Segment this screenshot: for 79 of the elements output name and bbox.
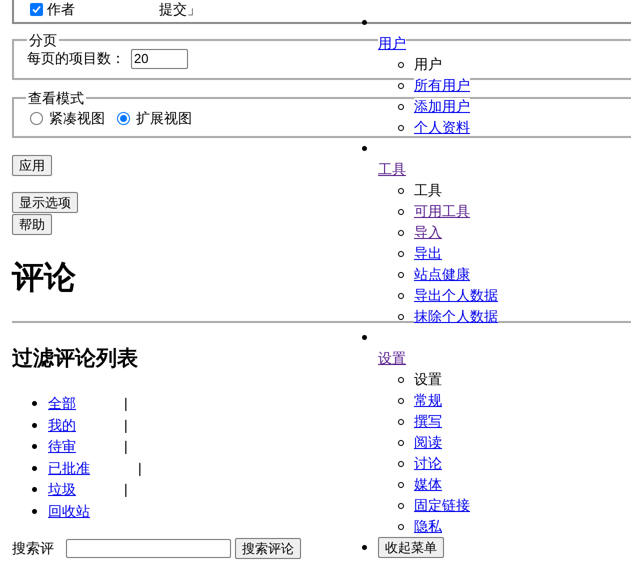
section-heading: 过滤评论列表 bbox=[12, 347, 138, 371]
separator: | bbox=[124, 416, 128, 435]
submenu-link[interactable]: 固定链接 bbox=[414, 497, 470, 513]
radio-label: 扩展视图 bbox=[136, 109, 192, 128]
search-field[interactable] bbox=[66, 539, 231, 558]
bullet-icon bbox=[398, 482, 404, 488]
bullet-icon bbox=[398, 293, 404, 299]
search-label: 搜索评 bbox=[12, 539, 54, 558]
filter-link[interactable]: 已批准 bbox=[48, 458, 90, 479]
submenu-link[interactable]: 导出个人数据 bbox=[414, 287, 498, 303]
bullet-icon bbox=[398, 104, 404, 110]
bullet-icon bbox=[32, 508, 37, 514]
bullet-icon bbox=[398, 125, 404, 131]
bullet-icon bbox=[362, 146, 367, 151]
bullet-icon bbox=[398, 83, 404, 89]
bullet-icon bbox=[398, 524, 404, 530]
bullet-icon bbox=[398, 188, 404, 194]
bullet-icon bbox=[398, 419, 404, 425]
radio-button[interactable] bbox=[117, 112, 130, 125]
bullet-icon bbox=[398, 398, 404, 404]
submenu-link[interactable]: 隐私 bbox=[414, 518, 442, 534]
bullet-icon bbox=[362, 335, 367, 340]
bullet-icon bbox=[362, 545, 367, 550]
bullet-icon bbox=[398, 461, 404, 467]
collapse-menu-button[interactable]: 收起菜单 bbox=[378, 537, 444, 558]
bullet-icon bbox=[32, 487, 37, 492]
separator: | bbox=[124, 437, 128, 456]
checkbox-label: 作者 bbox=[47, 0, 75, 18]
fieldset-legend: 查看模式 bbox=[26, 90, 86, 106]
filter-link[interactable]: 垃圾 bbox=[48, 479, 76, 500]
filter-link[interactable]: 全部 bbox=[48, 393, 76, 414]
bullet-icon bbox=[398, 503, 404, 509]
menu-link[interactable]: 用户 bbox=[378, 35, 406, 51]
field-label: 每页的项目数： bbox=[27, 49, 125, 68]
submenu-link[interactable]: 添加用户 bbox=[414, 98, 470, 114]
page-heading: 评论 bbox=[12, 259, 76, 295]
bullet-icon bbox=[398, 251, 404, 257]
checkbox[interactable] bbox=[30, 2, 43, 16]
input-field[interactable]: 20 bbox=[131, 48, 188, 68]
filter-link[interactable]: 我的 bbox=[48, 414, 76, 436]
submenu-link[interactable]: 所有用户 bbox=[414, 77, 470, 93]
fieldset-legend: 分页 bbox=[27, 32, 59, 48]
separator: | bbox=[124, 394, 128, 413]
bullet-icon bbox=[398, 209, 404, 215]
bullet-icon bbox=[398, 314, 404, 320]
radio-label: 紧凑视图 bbox=[49, 109, 105, 128]
submenu-link[interactable]: 站点健康 bbox=[414, 266, 470, 282]
bullet-icon bbox=[32, 444, 37, 449]
toolbar-button[interactable]: 应用 bbox=[12, 155, 52, 176]
bullet-icon bbox=[32, 401, 37, 406]
separator: | bbox=[138, 458, 142, 478]
submenu-link[interactable]: 抹除个人数据 bbox=[414, 308, 498, 324]
bullet-icon bbox=[32, 466, 37, 470]
submenu-link[interactable]: 导出 bbox=[414, 245, 442, 261]
filter-link[interactable]: 待审 bbox=[48, 436, 76, 458]
submenu-link[interactable]: 导入 bbox=[414, 224, 442, 240]
submenu-link[interactable]: 阅读 bbox=[414, 434, 442, 450]
bullet-icon bbox=[362, 20, 367, 25]
menu-link[interactable]: 设置 bbox=[378, 350, 406, 366]
filter-link[interactable]: 回收站 bbox=[48, 500, 90, 522]
toolbar-button[interactable]: 显示选项 bbox=[12, 192, 78, 213]
search-button[interactable]: 搜索评论 bbox=[235, 538, 301, 559]
bullet-icon bbox=[398, 440, 404, 446]
separator: | bbox=[124, 480, 128, 499]
bullet-icon bbox=[32, 422, 37, 428]
submenu-link[interactable]: 个人资料 bbox=[414, 119, 470, 135]
radio-button[interactable] bbox=[30, 112, 43, 125]
bullet-icon bbox=[398, 272, 404, 278]
bullet-icon bbox=[398, 62, 404, 68]
submenu-link[interactable]: 讨论 bbox=[414, 455, 442, 471]
submenu-link[interactable]: 媒体 bbox=[414, 476, 442, 492]
submenu-link[interactable]: 可用工具 bbox=[414, 203, 470, 219]
submenu-link[interactable]: 常规 bbox=[414, 392, 442, 408]
bullet-icon bbox=[398, 377, 404, 383]
bullet-icon bbox=[398, 230, 404, 236]
toolbar-button[interactable]: 帮助 bbox=[12, 214, 52, 235]
label-suffix: 提交」 bbox=[159, 0, 201, 18]
submenu-link[interactable]: 撰写 bbox=[414, 413, 442, 429]
menu-link[interactable]: 工具 bbox=[378, 161, 406, 177]
